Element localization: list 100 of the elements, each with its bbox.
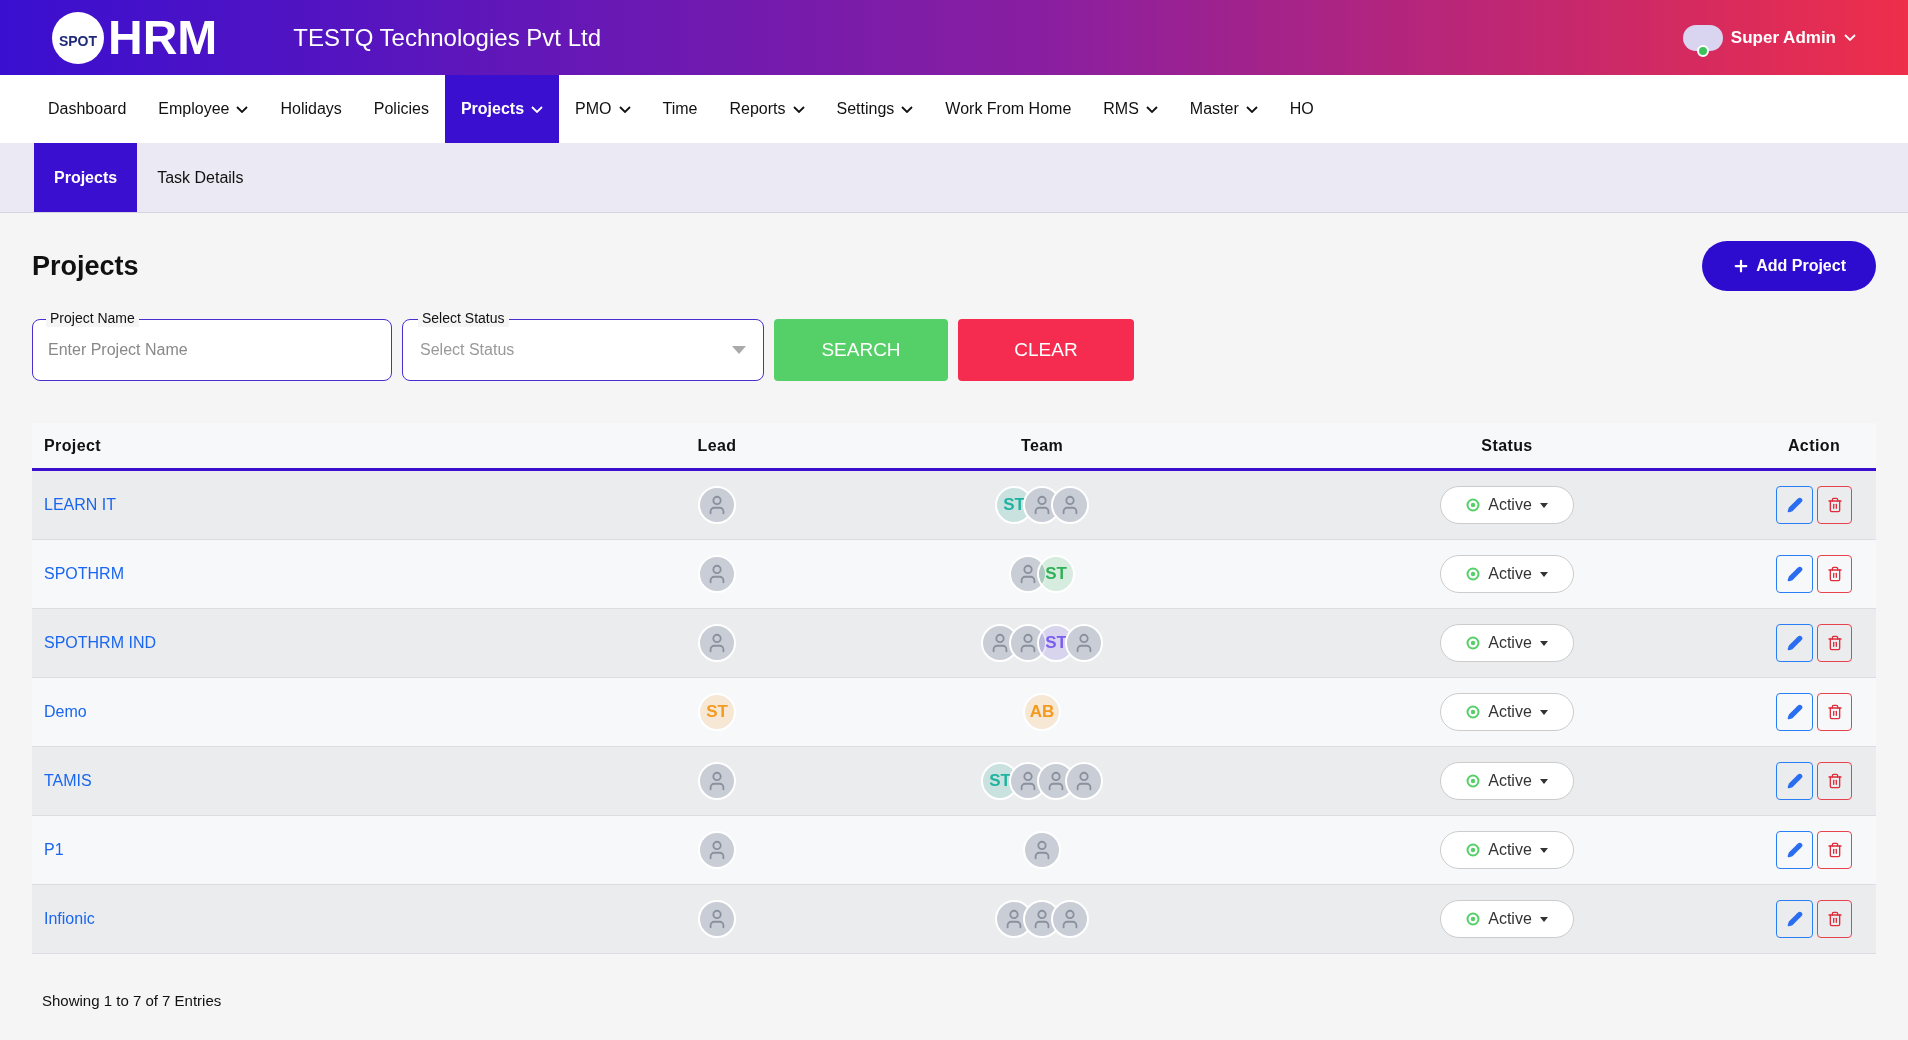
logo-text: HRM <box>108 13 218 62</box>
edit-button[interactable] <box>1776 900 1813 938</box>
edit-button[interactable] <box>1776 762 1813 800</box>
delete-button[interactable] <box>1817 831 1852 869</box>
project-link[interactable]: SPOTHRM <box>32 562 124 586</box>
chevron-down-icon <box>1844 34 1856 41</box>
trash-icon <box>1826 566 1843 582</box>
status-dropdown[interactable]: Active <box>1440 762 1574 800</box>
project-link[interactable]: TAMIS <box>32 769 92 793</box>
trash-icon <box>1826 842 1843 858</box>
nav-item[interactable]: Reports <box>713 75 821 143</box>
pencil-icon <box>1786 842 1803 858</box>
project-link[interactable]: Demo <box>32 700 87 724</box>
entries-summary: Showing 1 to 7 of 7 Entries <box>42 991 223 1011</box>
caret-icon <box>1539 847 1548 853</box>
nav-item[interactable]: Settings <box>820 75 930 143</box>
sub-tab[interactable]: Projects <box>34 143 138 212</box>
nav-item[interactable]: PMO <box>559 75 647 143</box>
column-header: Status <box>1481 435 1533 456</box>
edit-button[interactable] <box>1776 555 1813 593</box>
photo-placeholder <box>698 624 736 662</box>
edit-button[interactable] <box>1776 486 1813 524</box>
delete-button[interactable] <box>1817 555 1852 593</box>
pencil-icon <box>1786 911 1803 927</box>
photo-placeholder <box>1051 486 1089 524</box>
pencil-icon <box>1786 566 1803 582</box>
status-dropdown[interactable]: Active <box>1440 486 1574 524</box>
status-dropdown[interactable]: Active <box>1440 900 1574 938</box>
nav-item[interactable]: Holidays <box>264 75 358 143</box>
column-header: Team <box>1020 435 1064 456</box>
dropdown-caret-icon <box>732 346 746 354</box>
status-circle-icon <box>1466 705 1481 719</box>
pencil-icon <box>1786 635 1803 651</box>
nav-item[interactable]: Projects <box>444 75 560 143</box>
column-header: Lead <box>697 435 737 456</box>
photo-placeholder <box>1065 762 1103 800</box>
clear-button[interactable]: CLEAR <box>958 319 1134 381</box>
photo-placeholder <box>698 831 736 869</box>
trash-icon <box>1826 635 1843 651</box>
status-circle-icon <box>1466 912 1481 926</box>
nav-item[interactable]: Policies <box>357 75 445 143</box>
status-dropdown[interactable]: Active <box>1440 624 1574 662</box>
project-link[interactable]: LEARN IT <box>32 493 116 517</box>
status-circle-icon <box>1466 498 1481 512</box>
delete-button[interactable] <box>1817 900 1852 938</box>
field-label: Select Status <box>418 309 509 327</box>
sub-tab[interactable]: Task Details <box>137 143 264 212</box>
edit-button[interactable] <box>1776 831 1813 869</box>
column-header: Project <box>43 435 103 456</box>
pencil-icon <box>1786 704 1803 720</box>
project-link[interactable]: SPOTHRM IND <box>32 631 156 655</box>
user-menu[interactable]: Super Admin <box>1730 24 1856 51</box>
nav-item[interactable]: HO <box>1273 75 1330 143</box>
nav-item[interactable]: Master <box>1173 75 1274 143</box>
logo-badge: SPOT <box>52 11 104 64</box>
trash-icon <box>1826 911 1843 927</box>
caret-icon <box>1539 640 1548 646</box>
status-circle-icon <box>1466 636 1481 650</box>
nav-item[interactable]: Work From Home <box>929 75 1088 143</box>
photo-placeholder <box>1051 900 1089 938</box>
status-dropdown[interactable]: Active <box>1440 555 1574 593</box>
photo-placeholder <box>698 900 736 938</box>
column-header: Action <box>1787 435 1841 456</box>
status-circle-icon <box>1466 843 1481 857</box>
trash-icon <box>1826 704 1843 720</box>
field-label: Project Name <box>46 309 139 327</box>
delete-button[interactable] <box>1817 624 1852 662</box>
project-link[interactable]: P1 <box>32 838 64 862</box>
photo-placeholder <box>698 555 736 593</box>
nav-item[interactable]: RMS <box>1087 75 1174 143</box>
add-project-button[interactable]: Add Project <box>1702 241 1876 291</box>
caret-icon <box>1539 916 1548 922</box>
status-circle-icon <box>1466 774 1481 788</box>
nav-item[interactable]: Time <box>646 75 714 143</box>
edit-button[interactable] <box>1776 624 1813 662</box>
nav-item[interactable]: Employee <box>142 75 265 143</box>
caret-icon <box>1539 502 1548 508</box>
photo-placeholder <box>698 486 736 524</box>
trash-icon <box>1826 497 1843 513</box>
photo-placeholder <box>1009 624 1047 662</box>
photo-placeholder <box>1009 555 1047 593</box>
trash-icon <box>1826 773 1843 789</box>
status-circle-icon <box>1466 567 1481 581</box>
user-avatar <box>1682 24 1723 51</box>
delete-button[interactable] <box>1817 486 1852 524</box>
company-name: TESTQ Technologies Pvt Ltd <box>293 22 602 53</box>
initials-avatar: ST <box>1037 555 1075 593</box>
initials-avatar: AB <box>1023 693 1061 731</box>
caret-icon <box>1539 778 1548 784</box>
status-dropdown[interactable]: Active <box>1440 831 1574 869</box>
initials-avatar: ST <box>698 693 736 731</box>
status-dropdown[interactable]: Active <box>1440 693 1574 731</box>
pencil-icon <box>1786 773 1803 789</box>
delete-button[interactable] <box>1817 693 1852 731</box>
project-link[interactable]: Infionic <box>32 907 95 931</box>
delete-button[interactable] <box>1817 762 1852 800</box>
caret-icon <box>1539 571 1548 577</box>
edit-button[interactable] <box>1776 693 1813 731</box>
caret-icon <box>1539 709 1548 715</box>
nav-item[interactable]: Dashboard <box>32 75 143 143</box>
